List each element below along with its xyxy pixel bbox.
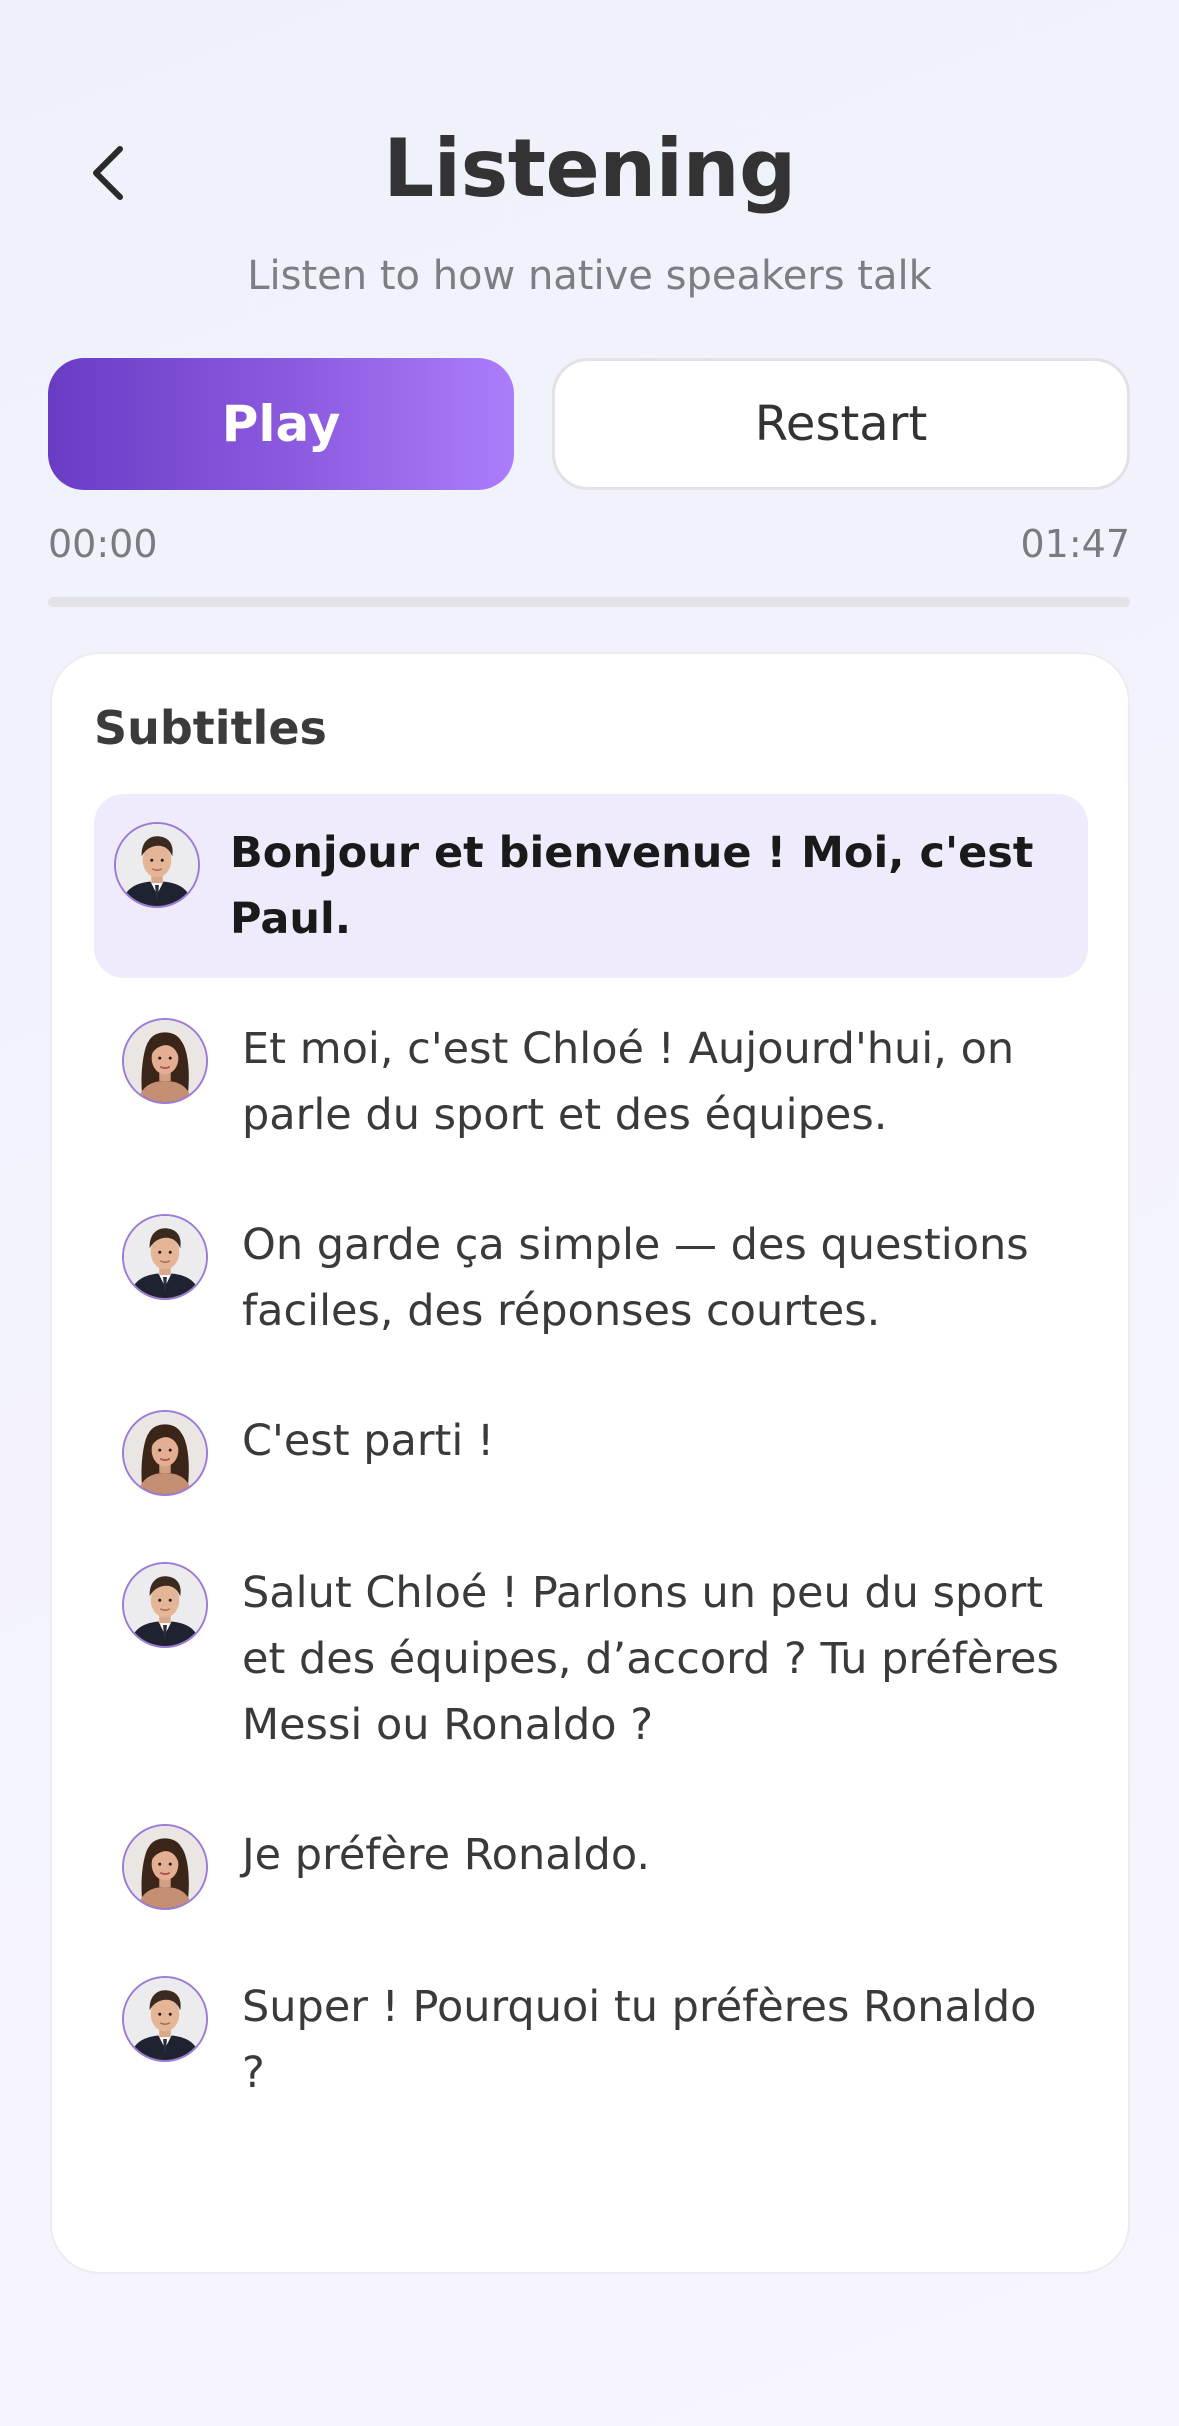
page-title: Listening [383,122,796,215]
restart-button[interactable]: Restart [552,358,1130,490]
subtitle-text: C'est parti ! [242,1416,495,1466]
subtitle-item[interactable]: On garde ça simple — des questions facil… [94,1186,1088,1370]
speaker-avatar-female [122,1410,208,1496]
subtitle-text: Je préfère Ronaldo. [242,1830,651,1880]
speaker-avatar-male [122,1976,208,2062]
subtitle-item[interactable]: Et moi, c'est Chloé ! Aujourd'hui, on pa… [94,990,1088,1174]
subtitle-item[interactable]: Salut Chloé ! Parlons un peu du sport et… [94,1534,1088,1784]
speaker-avatar-male [114,822,200,908]
subtitle-text: Et moi, c'est Chloé ! Aujourd'hui, on pa… [242,1024,1015,1140]
total-time: 01:47 [1020,522,1130,566]
subtitle-item[interactable]: Je préfère Ronaldo. [94,1796,1088,1936]
subtitle-item[interactable]: Super ! Pourquoi tu préfères Ronaldo ? [94,1948,1088,2132]
subtitles-card: Subtitles Bonjour et bienvenue ! Moi, c'… [50,652,1130,2274]
subtitle-item-active[interactable]: Bonjour et bienvenue ! Moi, c'est Paul. [94,794,1088,978]
speaker-avatar-female [122,1018,208,1104]
subtitle-text: On garde ça simple — des questions facil… [242,1220,1029,1336]
subtitles-heading: Subtitles [94,701,327,755]
subtitle-item[interactable]: C'est parti ! [94,1382,1088,1522]
page-subtitle: Listen to how native speakers talk [247,253,932,299]
speaker-avatar-male [122,1214,208,1300]
audio-progress-bar[interactable] [48,597,1130,607]
subtitle-text: Bonjour et bienvenue ! Moi, c'est Paul. [230,828,1034,944]
play-button[interactable]: Play [48,358,514,490]
speaker-avatar-female [122,1824,208,1910]
subtitle-text: Salut Chloé ! Parlons un peu du sport et… [242,1568,1059,1750]
current-time: 00:00 [48,522,158,566]
speaker-avatar-male [122,1562,208,1648]
subtitle-text: Super ! Pourquoi tu préfères Ronaldo ? [242,1982,1037,2098]
subtitle-list[interactable]: Bonjour et bienvenue ! Moi, c'est Paul. … [94,794,1088,2226]
